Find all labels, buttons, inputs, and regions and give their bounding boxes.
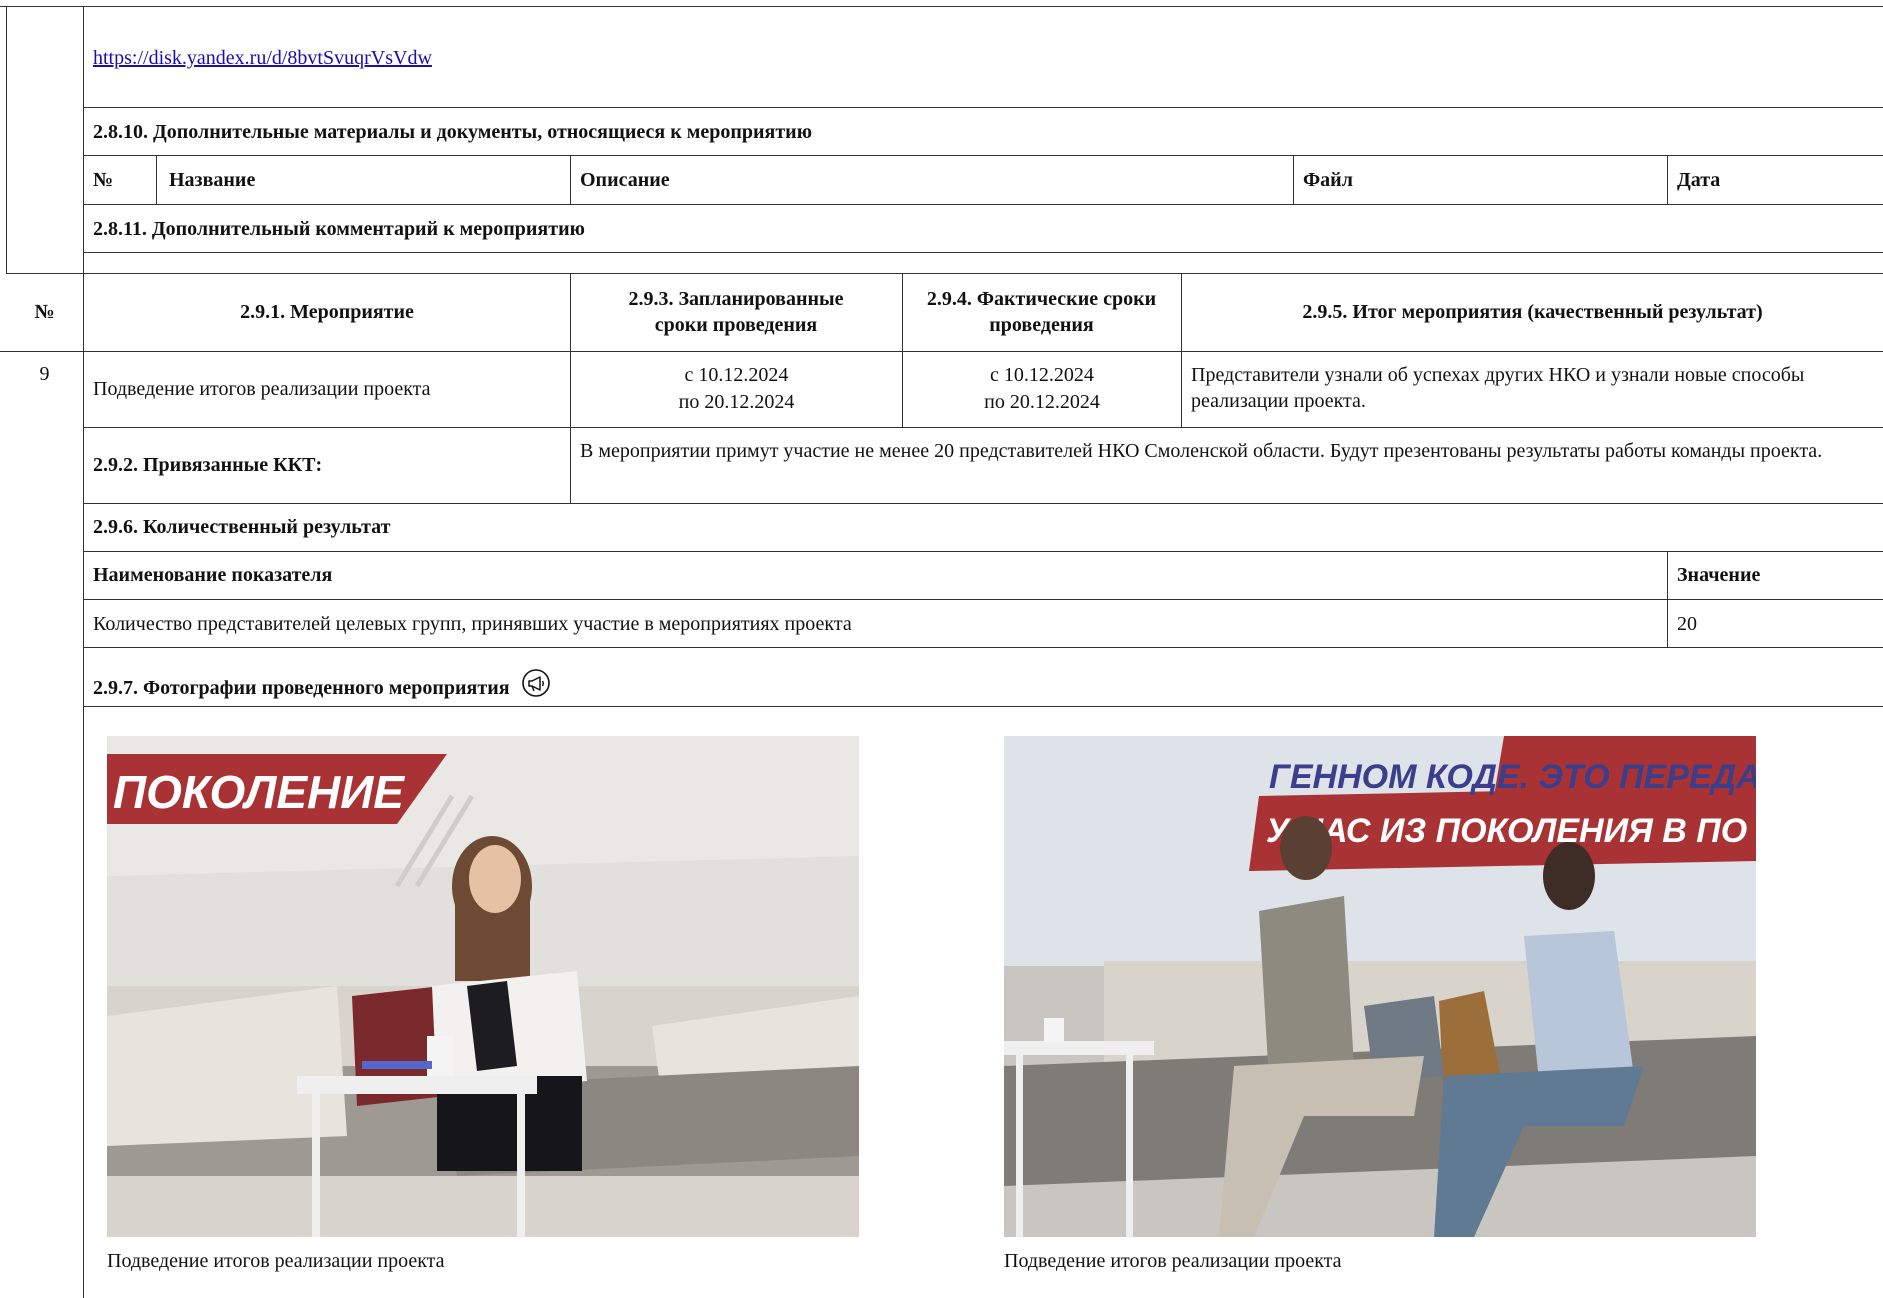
col-header-description: Описание	[580, 169, 670, 191]
event-photo-1: ПОКОЛЕНИЕ	[107, 736, 859, 1237]
quant-col-value: Значение	[1677, 564, 1761, 586]
col-header-file: Файл	[1303, 169, 1353, 191]
section-2-8-11-title: 2.8.11. Дополнительный комментарий к мер…	[93, 218, 585, 240]
col-divider	[1181, 273, 1182, 427]
kkt-text: В мероприятии примут участие не менее 20…	[580, 440, 1823, 462]
quant-title: 2.9.6. Количественный результат	[93, 516, 391, 538]
rule	[83, 706, 1883, 707]
col-header-date: Дата	[1677, 169, 1721, 191]
rule	[83, 107, 1883, 108]
outer-left-border	[6, 6, 7, 273]
quant-row-value: 20	[1677, 613, 1697, 635]
section-2-8-10-title: 2.8.10. Дополнительные материалы и докум…	[93, 121, 812, 143]
yandex-disk-link[interactable]: https://disk.yandex.ru/d/8bvtSvuqrVsVdw	[93, 45, 432, 71]
event-photo-2: ГЕННОМ КОДЕ. ЭТО ПЕРЕДА У НАС ИЗ ПОКОЛЕН…	[1004, 736, 1756, 1237]
quant-col-name: Наименование показателя	[93, 564, 333, 586]
header-event: 2.9.1. Мероприятие	[240, 301, 414, 323]
header-result: 2.9.5. Итог мероприятия (качественный ре…	[1302, 301, 1763, 323]
col-divider	[1667, 155, 1668, 204]
col-header-num: №	[93, 169, 114, 191]
row-planned-to: по 20.12.2024	[678, 391, 795, 413]
rule	[6, 273, 1883, 274]
header-actual-dates: 2.9.4. Фактические сроки проведения	[926, 288, 1157, 336]
photo-caption-2: Подведение итогов реализации проекта	[1004, 1250, 1342, 1272]
col-divider	[570, 155, 571, 204]
row-planned-from: с 10.12.2024	[684, 364, 789, 386]
row-result: Представители узнали об успехах других Н…	[1191, 364, 1805, 412]
col-header-name: Название	[169, 169, 256, 191]
header-num: №	[34, 301, 55, 323]
rule	[83, 252, 1883, 253]
rule	[83, 204, 1883, 205]
row-num: 9	[39, 363, 50, 385]
row-actual-to: по 20.12.2024	[984, 391, 1100, 413]
col-divider	[156, 155, 157, 204]
banner-text-2b: У НАС ИЗ ПОКОЛЕНИЯ В ПО	[1266, 812, 1747, 850]
rule	[83, 551, 1883, 552]
rule	[83, 599, 1883, 600]
col-divider	[1667, 551, 1668, 647]
quant-row-name: Количество представителей целевых групп,…	[93, 613, 852, 635]
col-divider	[570, 427, 571, 503]
row-actual-from: с 10.12.2024	[990, 364, 1094, 386]
row-event: Подведение итогов реализации проекта	[93, 378, 431, 400]
kkt-label: 2.9.2. Привязанные ККТ:	[93, 454, 323, 476]
inner-left-border	[83, 6, 84, 1298]
rule	[83, 427, 1883, 428]
rule	[83, 155, 1883, 156]
photos-title-text: 2.9.7. Фотографии проведенного мероприят…	[93, 677, 510, 699]
header-planned-dates: 2.9.3. Запланированные сроки проведения	[628, 288, 844, 336]
rule	[83, 647, 1883, 648]
banner-text-1: ПОКОЛЕНИЕ	[113, 766, 405, 818]
col-divider	[902, 273, 903, 351]
photos-title: 2.9.7. Фотографии проведенного мероприят…	[93, 668, 551, 705]
photo-caption-1: Подведение итогов реализации проекта	[107, 1250, 445, 1272]
col-divider	[1293, 155, 1294, 204]
rule	[83, 503, 1883, 504]
banner-text-2a: ГЕННОМ КОДЕ. ЭТО ПЕРЕДА	[1269, 758, 1756, 796]
rule	[0, 351, 1883, 352]
megaphone-icon[interactable]	[521, 668, 551, 705]
top-border	[0, 6, 1883, 7]
